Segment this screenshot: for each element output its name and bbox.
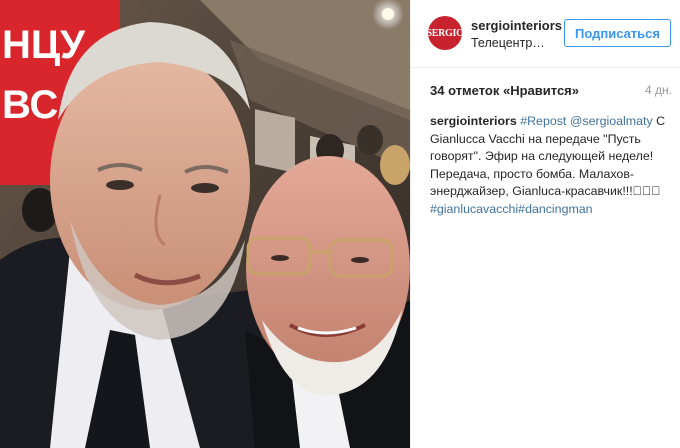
follow-button[interactable]: Подписаться [564,19,671,47]
caption-username[interactable]: sergiointeriors [430,114,517,128]
likes-row: 34 отметок «Нравится» 4 дн. [430,83,672,101]
avatar-label: SERGIO [428,27,462,39]
post-caption: sergiointeriors #Repost @sergioalmaty С … [430,113,675,218]
hashtag-dancingman[interactable]: #dancingman [518,202,592,216]
studio-sign-text: НЦУ [2,23,86,67]
hashtag-gianlucavacchi[interactable]: #gianlucavacchi [430,202,518,216]
mention-link[interactable]: @sergioalmaty [570,114,653,128]
repost-hashtag[interactable]: #Repost [520,114,566,128]
post-photo[interactable]: НЦУ ВС [0,0,410,448]
post-sidebar: SERGIO sergiointeriors Телецентр… Подпис… [410,0,680,448]
username-link[interactable]: sergiointeriors [471,18,562,33]
location-link[interactable]: Телецентр… [471,36,545,50]
avatar[interactable]: SERGIO [428,16,462,50]
post-header: SERGIO sergiointeriors Телецентр… Подпис… [411,0,680,68]
likes-count[interactable]: 34 отметок «Нравится» [430,83,579,98]
post-time[interactable]: 4 дн. [645,83,672,97]
svg-text:ВС: ВС [2,83,58,127]
